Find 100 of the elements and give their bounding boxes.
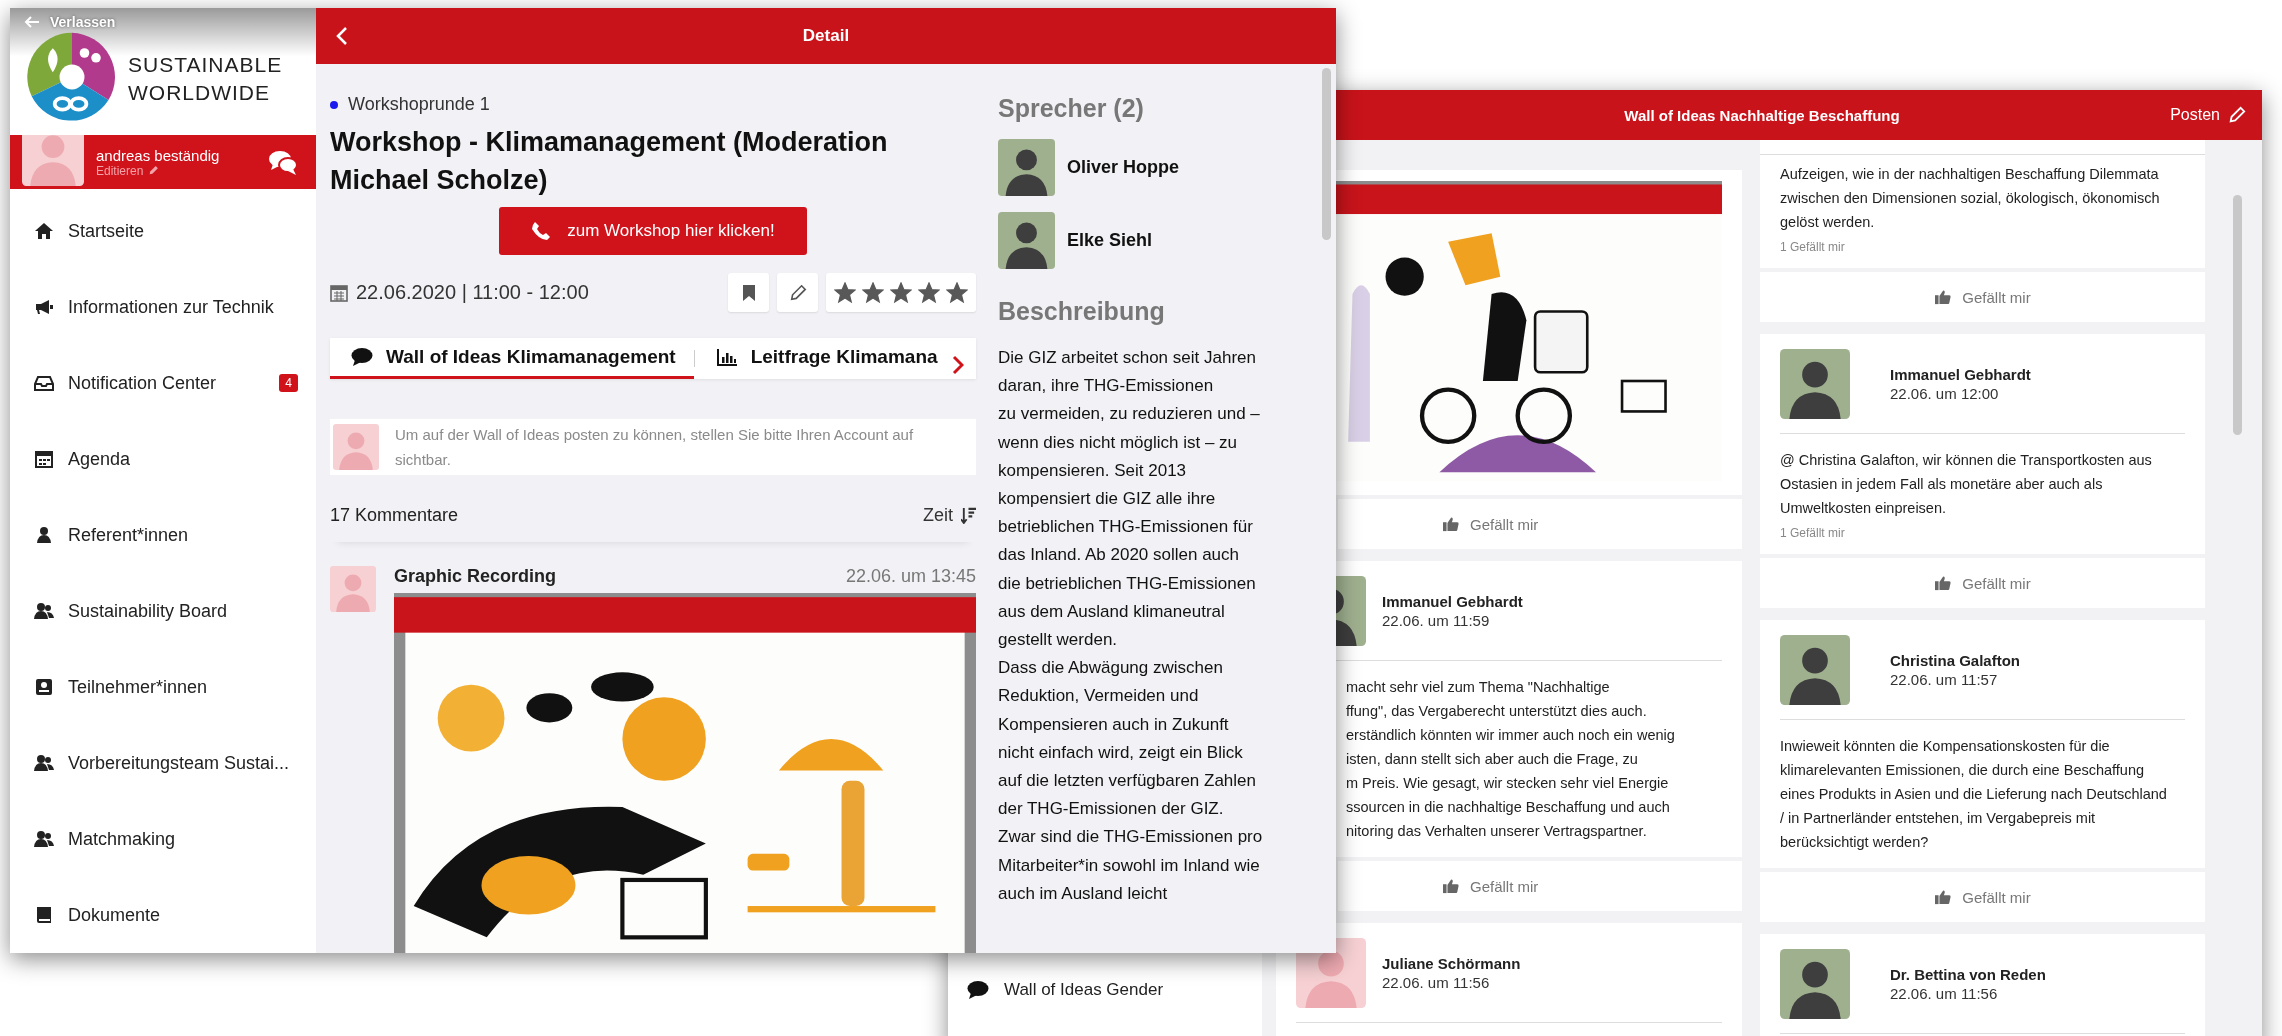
chevron-right-icon[interactable] xyxy=(952,355,964,375)
menu-item[interactable]: Dokumente xyxy=(10,877,316,953)
author-name: Dr. Bettina von Reden xyxy=(1890,966,2046,983)
menu-item[interactable]: Vorbereitungsteam Sustai... xyxy=(10,725,316,801)
avatar xyxy=(330,566,376,612)
star-rating[interactable] xyxy=(826,273,976,312)
post-time: 22.06. um 11:57 xyxy=(1890,671,1999,688)
sidebar-item[interactable]: Wall of Ideas Gender xyxy=(948,968,1262,1012)
megaphone-icon xyxy=(34,298,54,316)
calendar-icon xyxy=(330,283,348,302)
sort-icon xyxy=(961,507,976,524)
menu-item[interactable]: Matchmaking xyxy=(10,801,316,877)
edit-button[interactable] xyxy=(777,273,818,312)
menu-item[interactable]: Informationen zur Technik xyxy=(10,269,316,345)
author-name: Christina Galafton xyxy=(1890,652,2020,669)
like-button[interactable]: Gefällt mir xyxy=(1760,872,2205,922)
thumbs-up-icon xyxy=(1442,878,1460,894)
like-button[interactable]: Gefällt mir xyxy=(1760,272,2205,322)
post-text: Aufzeigen, wie in der nachhaltigen Beschaffung Dilemmata zwischen den Dimensionen sozial, ökologisch, ökonomisch gelöst werden. xyxy=(1780,165,2161,232)
scrollbar[interactable] xyxy=(2233,195,2242,435)
speech-bubble-icon xyxy=(966,980,990,1000)
menu-item[interactable]: Sustainability Board xyxy=(10,573,316,649)
post-time: 22.06. um 12:00 xyxy=(1890,385,2000,402)
post-button[interactable]: Posten xyxy=(2170,106,2246,124)
avatar xyxy=(998,139,1055,196)
avatar xyxy=(1780,635,1850,705)
people-icon xyxy=(34,602,54,620)
home-icon xyxy=(34,222,54,240)
like-count: 1 Gefällt mir xyxy=(1780,526,1846,540)
like-count: 1 Gefällt mir xyxy=(1780,240,1846,254)
menu-item[interactable]: Teilnehmer*innen xyxy=(10,649,316,725)
avatar xyxy=(1780,949,1850,1019)
people-icon xyxy=(34,830,54,848)
star-icon xyxy=(946,281,968,304)
comment-time: 22.06. um 13:45 xyxy=(845,566,976,587)
book-icon xyxy=(34,906,54,924)
post-text: Inwieweit könnten die Kompensationskosten für die klimarelevanten Emissionen, die durch eine Beschaffung eines Produkts in Asien und die Lieferung nach Deutschland / in Partnerländer entstehen, im Vergabepreis mit berücksichtigt werden? xyxy=(1780,737,2168,852)
count-badge: 4 xyxy=(279,374,298,392)
tab[interactable]: Leitfrage Klimamana xyxy=(694,338,956,379)
event-datetime: 22.06.2020 | 11:00 - 12:00 xyxy=(356,281,590,304)
author-name: Graphic Recording xyxy=(394,566,557,587)
notice-text: Um auf der Wall of Ideas posten zu können, stellen Sie bitte Ihren Account auf sichtbar. xyxy=(395,425,915,470)
thumbs-up-icon xyxy=(1934,889,1953,905)
person-icon xyxy=(34,526,54,544)
join-button[interactable]: zum Workshop hier klicken! xyxy=(499,207,807,255)
author-name: Immanuel Gebhardt xyxy=(1382,593,1523,610)
post-text: @ Christina Galafton, wir können die Transportkosten aus Ostasien in jedem Fall als monetäre aber auch als Umweltkosten einpreisen. xyxy=(1780,451,2153,518)
chat-icon[interactable] xyxy=(268,148,298,177)
session-label: Workshoprunde 1 xyxy=(348,94,490,115)
avatar xyxy=(1780,349,1850,419)
speech-bubble-icon xyxy=(350,347,374,367)
star-icon xyxy=(834,281,856,304)
sort-button[interactable]: Zeit xyxy=(923,505,976,526)
phone-icon xyxy=(531,221,552,241)
menu-item[interactable]: Notification Center 4 xyxy=(10,345,316,421)
star-icon xyxy=(862,281,884,304)
inbox-icon xyxy=(34,374,54,392)
bookmark-button[interactable] xyxy=(728,273,769,312)
id-card-icon xyxy=(34,678,54,696)
section-heading: Sprecher (2) xyxy=(998,94,1145,123)
thumbs-up-icon xyxy=(1934,289,1953,305)
tab[interactable]: Wall of Ideas Klimamanagement xyxy=(330,338,694,379)
thumbs-up-icon xyxy=(1442,516,1460,532)
avatar xyxy=(998,212,1055,269)
star-icon xyxy=(890,281,912,304)
bar-chart-icon xyxy=(714,347,739,367)
pencil-icon xyxy=(788,283,807,302)
post-text: macht sehr viel zum Thema "Nachhaltige ffung", das Vergaberecht unterstützt dies auch. erständlich könnten wir immer auch noch ein wenig isten, dann stellt sich aber auch die Frage, zu m Preis. Wie gesagt, wir stecken sehr viel Energie ssourcen in die nachhaltige Beschaffung und auch nitoring das Verhalten unserer Vertragspartner. xyxy=(1345,678,1676,841)
like-button[interactable]: Gefällt mir xyxy=(1338,499,1742,549)
back-chevron-icon[interactable] xyxy=(336,26,348,46)
thumbs-up-icon xyxy=(1934,575,1953,591)
event-title: Workshop - Klimamanagement (Moderation Michael Scholze) xyxy=(330,126,889,197)
menu-item[interactable]: Startseite xyxy=(10,193,316,269)
post-time: 22.06. um 11:56 xyxy=(1382,974,1491,991)
like-button[interactable]: Gefällt mir xyxy=(1338,861,1742,911)
pencil-icon xyxy=(148,165,160,177)
star-icon xyxy=(918,281,940,304)
page-title: Wall of Ideas Nachhaltige Beschaffung xyxy=(1624,106,1900,124)
author-name: Juliane Schörmann xyxy=(1382,955,1521,972)
post-time: 22.06. um 11:59 xyxy=(1382,612,1491,629)
author-name: Immanuel Gebhardt xyxy=(1890,366,2031,383)
like-button[interactable]: Gefällt mir xyxy=(1760,558,2205,608)
calendar-icon xyxy=(34,450,54,468)
page-title: Detail xyxy=(802,26,850,46)
menu-item[interactable]: Referent*innen xyxy=(10,497,316,573)
logo-text: SUSTAINABLE WORLDWIDE xyxy=(128,51,284,106)
avatar xyxy=(333,424,379,470)
section-heading: Beschreibung xyxy=(998,297,1166,326)
pencil-icon xyxy=(2228,106,2246,124)
speaker-name[interactable]: Oliver Hoppe xyxy=(1067,157,1180,178)
comment-count: 17 Kommentare xyxy=(330,505,459,526)
user-name: andreas beständig xyxy=(96,146,221,164)
speaker-name[interactable]: Elke Siehl xyxy=(1067,230,1153,251)
bullet-icon xyxy=(330,100,338,109)
description-text: Die GIZ arbeitet schon seit Jahren daran, ihre THG-Emissionen zu vermeiden, zu reduzieren und – wenn dies nicht möglich ist – zu kompensieren. Seit 2013 kompensiert die GIZ alle ihre betrieblichen THG-Emissionen für das Inland. Ab 2020 sollen auch die betrieblichen THG-Emissionen aus dem Ausland klimaneutral gestellt werden. Dass die Abwägung zwischen Reduktion, Vermeiden und Kompensieren auch in Zukunft nicht einfach wird, zeigt ein Blick auf die letzten verfügbaren Zahlen der THG-Emissionen der GIZ. Zwar sind die THG-Emissionen pro Mitarbeiter*in sowohl im Inland wie auch im Ausland leicht xyxy=(998,347,1264,905)
menu-item[interactable]: Agenda xyxy=(10,421,316,497)
scrollbar[interactable] xyxy=(1322,68,1331,240)
post-time: 22.06. um 11:56 xyxy=(1890,985,1999,1002)
back-arrow-icon xyxy=(24,15,40,29)
people-icon xyxy=(34,754,54,772)
